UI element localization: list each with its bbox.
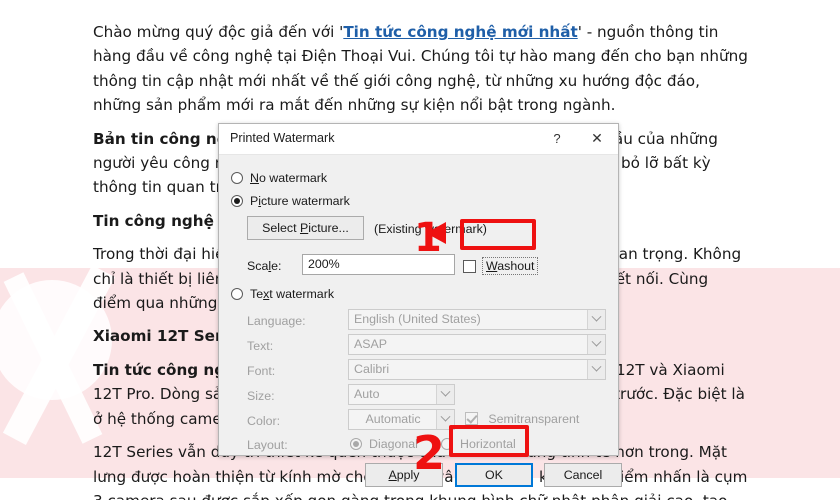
washout-label: Washout — [482, 257, 539, 275]
existing-watermark-note: (Existing watermark) — [374, 222, 487, 236]
semitransparent-label: Semitransparent — [488, 411, 580, 426]
color-label: Color: — [247, 414, 281, 428]
diagonal-radio-icon — [350, 437, 362, 450]
chevron-down-icon[interactable] — [436, 385, 454, 404]
cancel-button[interactable]: Cancel — [544, 463, 622, 487]
picture-watermark-label: Picture watermark — [250, 193, 350, 208]
scale-input[interactable]: 200% — [302, 254, 455, 275]
semitransparent-group[interactable]: Semitransparent — [465, 411, 579, 426]
size-label: Size: — [247, 389, 275, 403]
font-label: Font: — [247, 364, 276, 378]
radio-diagonal[interactable]: Diagonal — [350, 436, 418, 451]
language-combo[interactable]: English (United States) — [348, 309, 606, 330]
apply-button[interactable]: Apply — [365, 463, 443, 487]
picture-watermark-radio-icon — [231, 194, 243, 207]
text-value: ASAP — [354, 337, 388, 351]
ok-button[interactable]: OK — [455, 463, 533, 487]
help-icon[interactable]: ? — [542, 124, 572, 153]
language-value: English (United States) — [354, 312, 481, 326]
cancel-label: Cancel — [563, 468, 603, 482]
printed-watermark-dialog: Printed Watermark ? ✕ NNo watermarko wat… — [218, 123, 622, 487]
text-combo[interactable]: ASAP — [348, 334, 606, 355]
washout-checkbox-icon[interactable] — [463, 259, 476, 273]
ok-label: OK — [485, 468, 503, 482]
paragraph-1: Chào mừng quý độc giả đến với 'Tin tức c… — [93, 20, 748, 118]
dialog-body: NNo watermarko watermark Picture waterma… — [219, 155, 622, 487]
dialog-title-bar: Printed Watermark ? ✕ — [219, 124, 618, 155]
semitransparent-checkbox-icon[interactable] — [465, 412, 478, 426]
diagonal-label: Diagonal — [369, 436, 418, 451]
chevron-down-icon[interactable] — [587, 360, 605, 379]
layout-label: Layout: — [247, 438, 288, 452]
close-icon[interactable]: ✕ — [582, 124, 612, 153]
font-combo[interactable]: Calibri — [348, 359, 606, 380]
size-combo[interactable]: Auto — [348, 384, 455, 405]
apply-label: Apply — [388, 468, 420, 482]
chevron-down-icon[interactable] — [587, 310, 605, 329]
radio-no-watermark[interactable]: NNo watermarko watermark — [231, 170, 327, 185]
color-combo[interactable]: Automatic — [348, 409, 455, 430]
dialog-title: Printed Watermark — [230, 131, 335, 145]
text-watermark-radio-icon — [231, 287, 243, 300]
washout-checkbox-group[interactable]: Washout — [463, 257, 539, 275]
text-label: Text: — [247, 339, 274, 353]
no-watermark-radio-icon — [231, 171, 243, 184]
select-picture-label: Select Picture... — [262, 221, 349, 235]
size-value: Auto — [354, 387, 380, 401]
font-value: Calibri — [354, 362, 390, 376]
paragraph-1-lead: Chào mừng quý độc giả đến với ' — [93, 23, 344, 41]
scale-label: Scale: — [247, 259, 282, 273]
chevron-down-icon[interactable] — [587, 335, 605, 354]
radio-text-watermark[interactable]: Text watermark — [231, 286, 334, 301]
no-watermark-label: NNo watermarko watermark — [250, 170, 328, 185]
tech-news-link[interactable]: Tin tức công nghệ mới nhất — [343, 23, 577, 41]
select-picture-button[interactable]: Select Picture... — [247, 216, 364, 240]
chevron-down-icon[interactable] — [436, 410, 454, 429]
text-watermark-label: Text watermark — [250, 286, 335, 301]
radio-picture-watermark[interactable]: Picture watermark — [231, 193, 350, 208]
horizontal-label: Horizontal — [460, 436, 516, 451]
color-value: Automatic — [365, 412, 421, 426]
radio-horizontal[interactable]: Horizontal — [441, 436, 516, 451]
screenshot-root: aiv Chào mừng quý độc giả đến với 'Tin t… — [0, 0, 840, 500]
language-label: Language: — [247, 314, 306, 328]
horizontal-radio-icon — [441, 437, 453, 450]
